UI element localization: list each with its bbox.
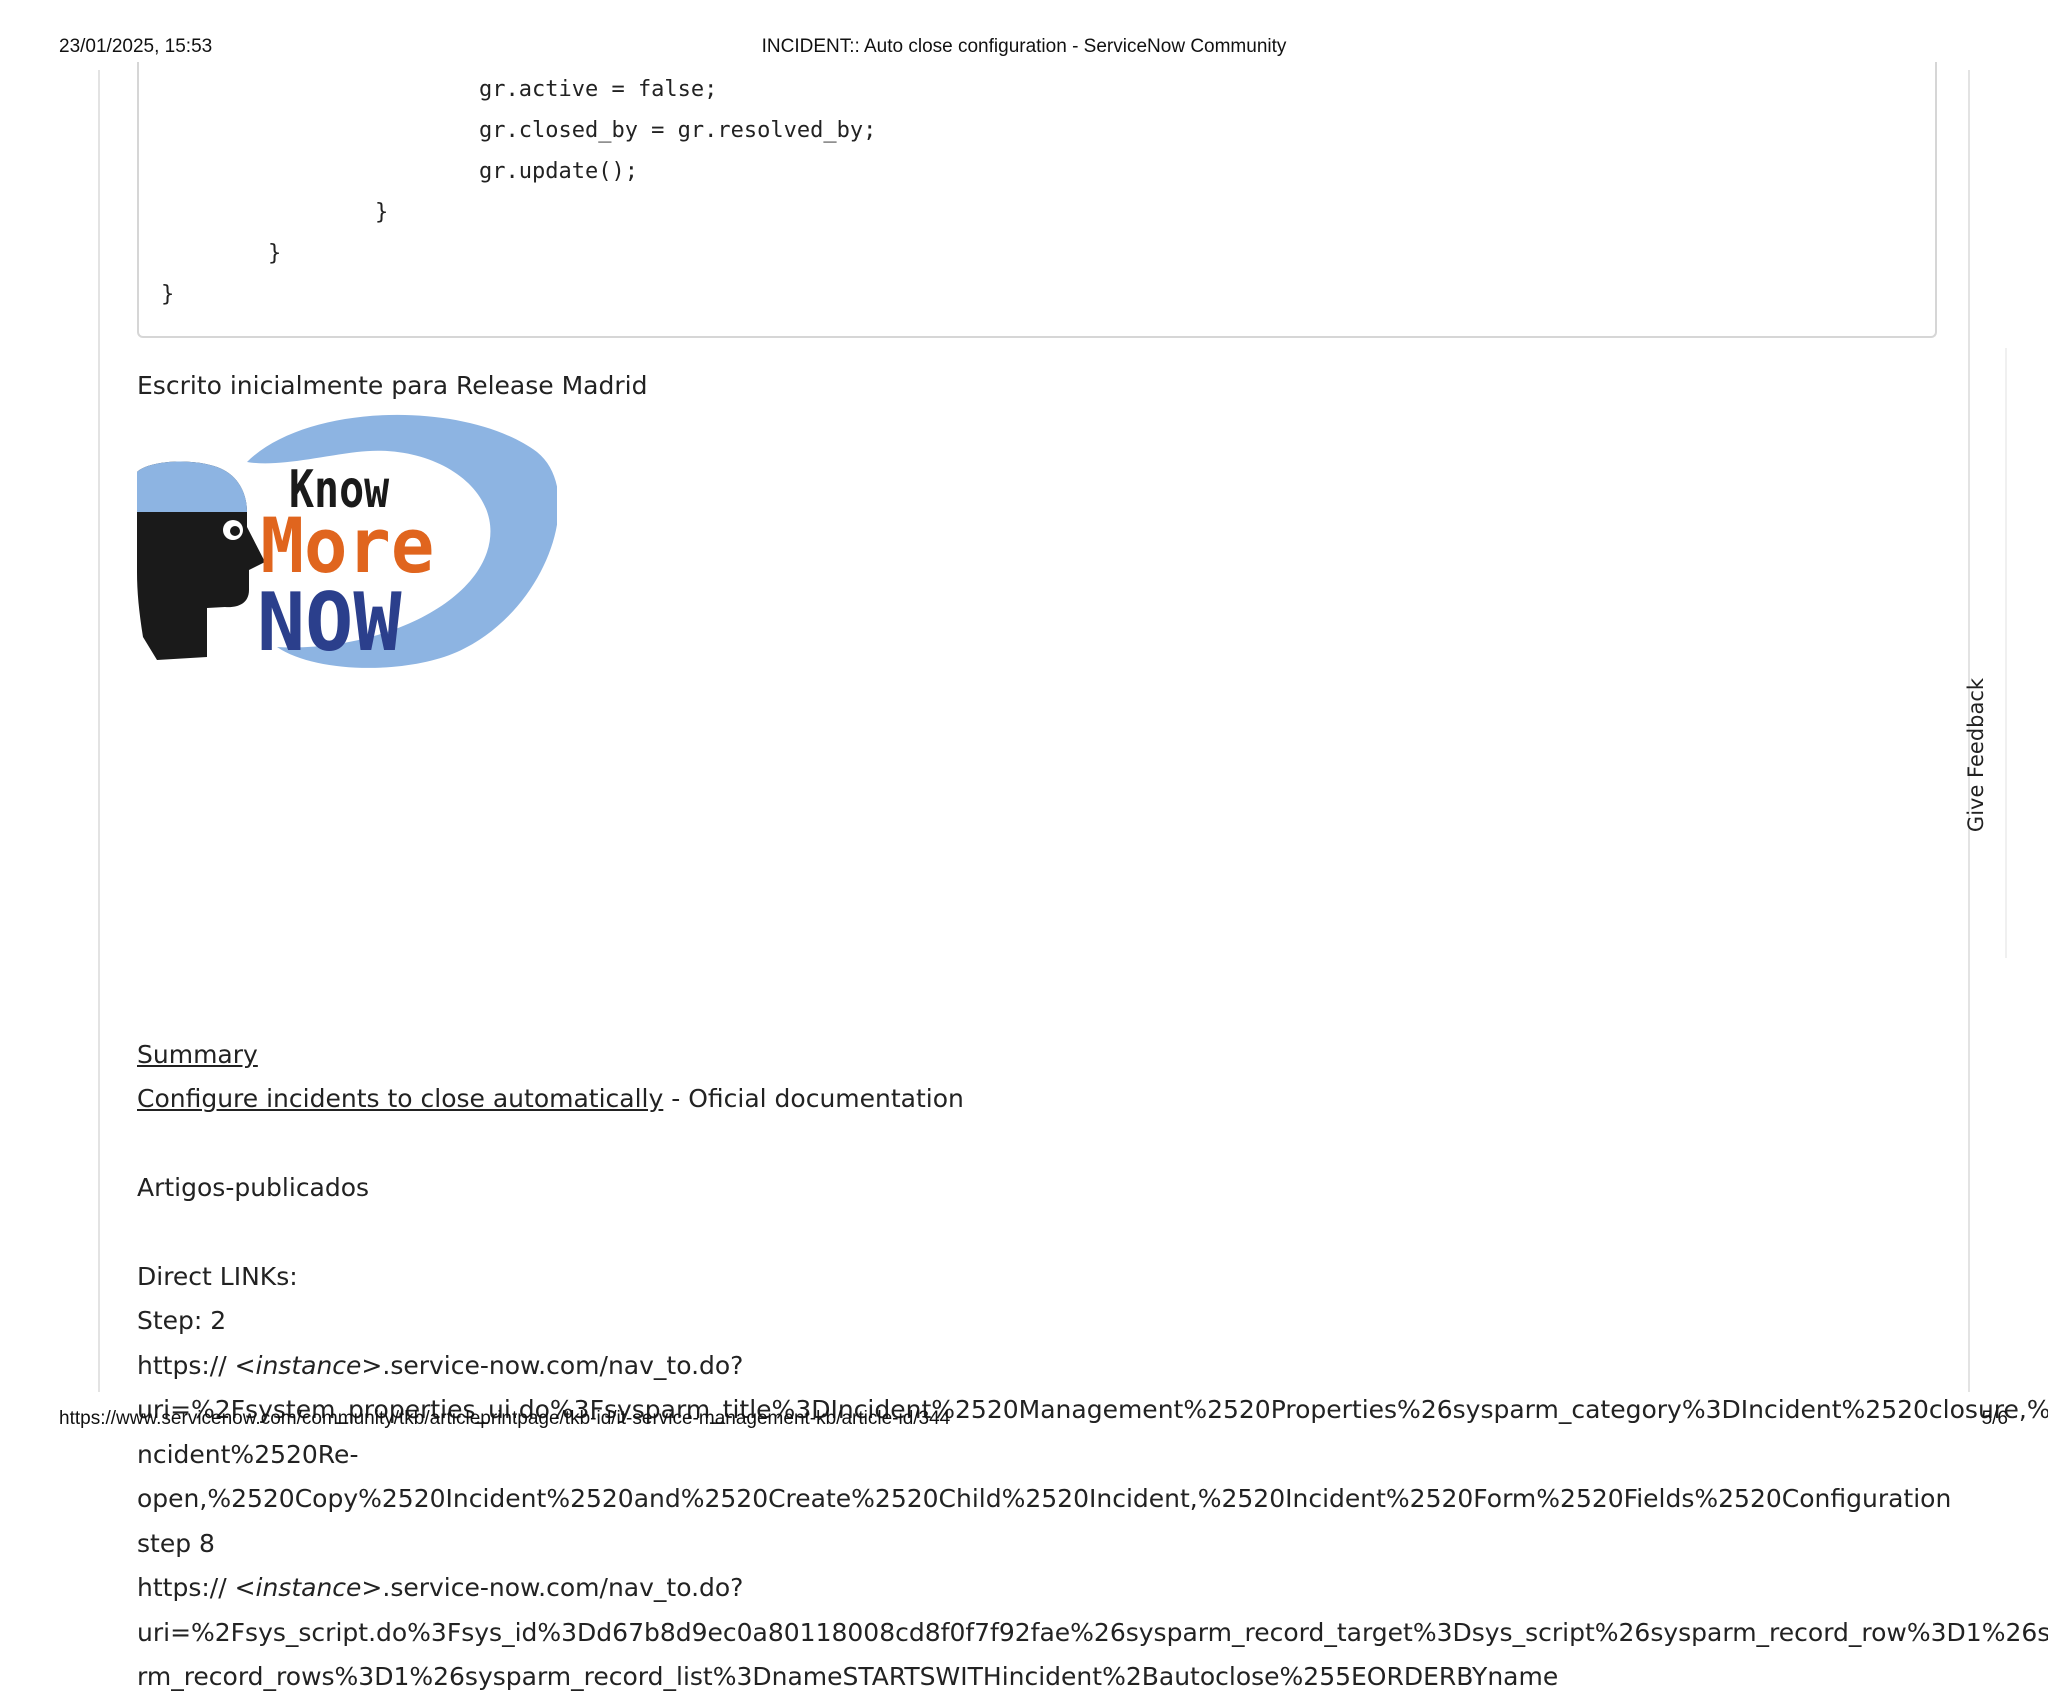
doc-link[interactable]: Configure incidents to close automatical… (137, 1084, 663, 1113)
instance-placeholder: <instance> (234, 1351, 383, 1380)
step2-url-line: ncident%2520Re- (137, 1440, 359, 1469)
print-header: 23/01/2025, 15:53 INCIDENT:: Auto close … (0, 36, 2048, 62)
step8-url-line: rm_record_rows%3D1%26sysparm_record_list… (137, 1662, 1559, 1691)
code-block: gr.active = false; gr.closed_by = gr.res… (137, 62, 1937, 338)
step2-url-line: open,%2520Copy%2520Incident%2520and%2520… (137, 1484, 1952, 1513)
give-feedback-label: Give Feedback (1964, 677, 1988, 833)
code-line: } (268, 241, 282, 266)
summary-link[interactable]: Summary (137, 1040, 258, 1069)
doc-suffix: - Oficial documentation (663, 1084, 964, 1113)
print-url: https://www.servicenow.com/community/tkb… (59, 1408, 951, 1429)
url-prefix: https:// (137, 1573, 235, 1602)
step8-label: step 8 (137, 1529, 215, 1558)
step2-label: Step: 2 (137, 1306, 227, 1335)
logo-pupil (230, 526, 240, 536)
url-host: .service-now.com/nav_to.do? (382, 1573, 744, 1602)
instance-placeholder: <instance> (234, 1573, 383, 1602)
release-note: Escrito inicialmente para Release Madrid (137, 371, 648, 400)
print-title: INCIDENT:: Auto close configuration - Se… (761, 36, 1287, 57)
step8-url-start: https:// <instance>.service-now.com/nav_… (137, 1566, 743, 1610)
feedback-edge (2005, 348, 2007, 958)
tag-label: Artigos-publicados (137, 1173, 370, 1202)
step2-url-start: https:// <instance>.service-now.com/nav_… (137, 1344, 743, 1388)
code-line: gr.closed_by = gr.resolved_by; (479, 118, 877, 143)
code-line: } (375, 200, 389, 225)
code-line: } (161, 282, 175, 307)
logo-cap (137, 461, 247, 512)
code-line: gr.active = false; (479, 77, 718, 102)
doc-link-row: Configure incidents to close automatical… (137, 1077, 964, 1121)
logo-word-now: NOW (257, 576, 402, 669)
summary-link-row: Summary (137, 1033, 258, 1077)
know-more-now-logo: Know More NOW (137, 412, 559, 670)
url-prefix: https:// (137, 1351, 235, 1380)
step8-url-line: uri=%2Fsys_script.do%3Fsys_id%3Dd67b8d9e… (137, 1618, 2048, 1647)
print-footer: https://www.servicenow.com/community/tkb… (0, 1408, 2048, 1434)
print-page-number: 5/6 (1981, 1408, 2008, 1429)
direct-links-heading: Direct LINKs: (137, 1262, 298, 1291)
give-feedback-tab[interactable]: Give Feedback (1958, 677, 1994, 833)
url-host: .service-now.com/nav_to.do? (382, 1351, 744, 1380)
code-line: gr.update(); (479, 159, 638, 184)
